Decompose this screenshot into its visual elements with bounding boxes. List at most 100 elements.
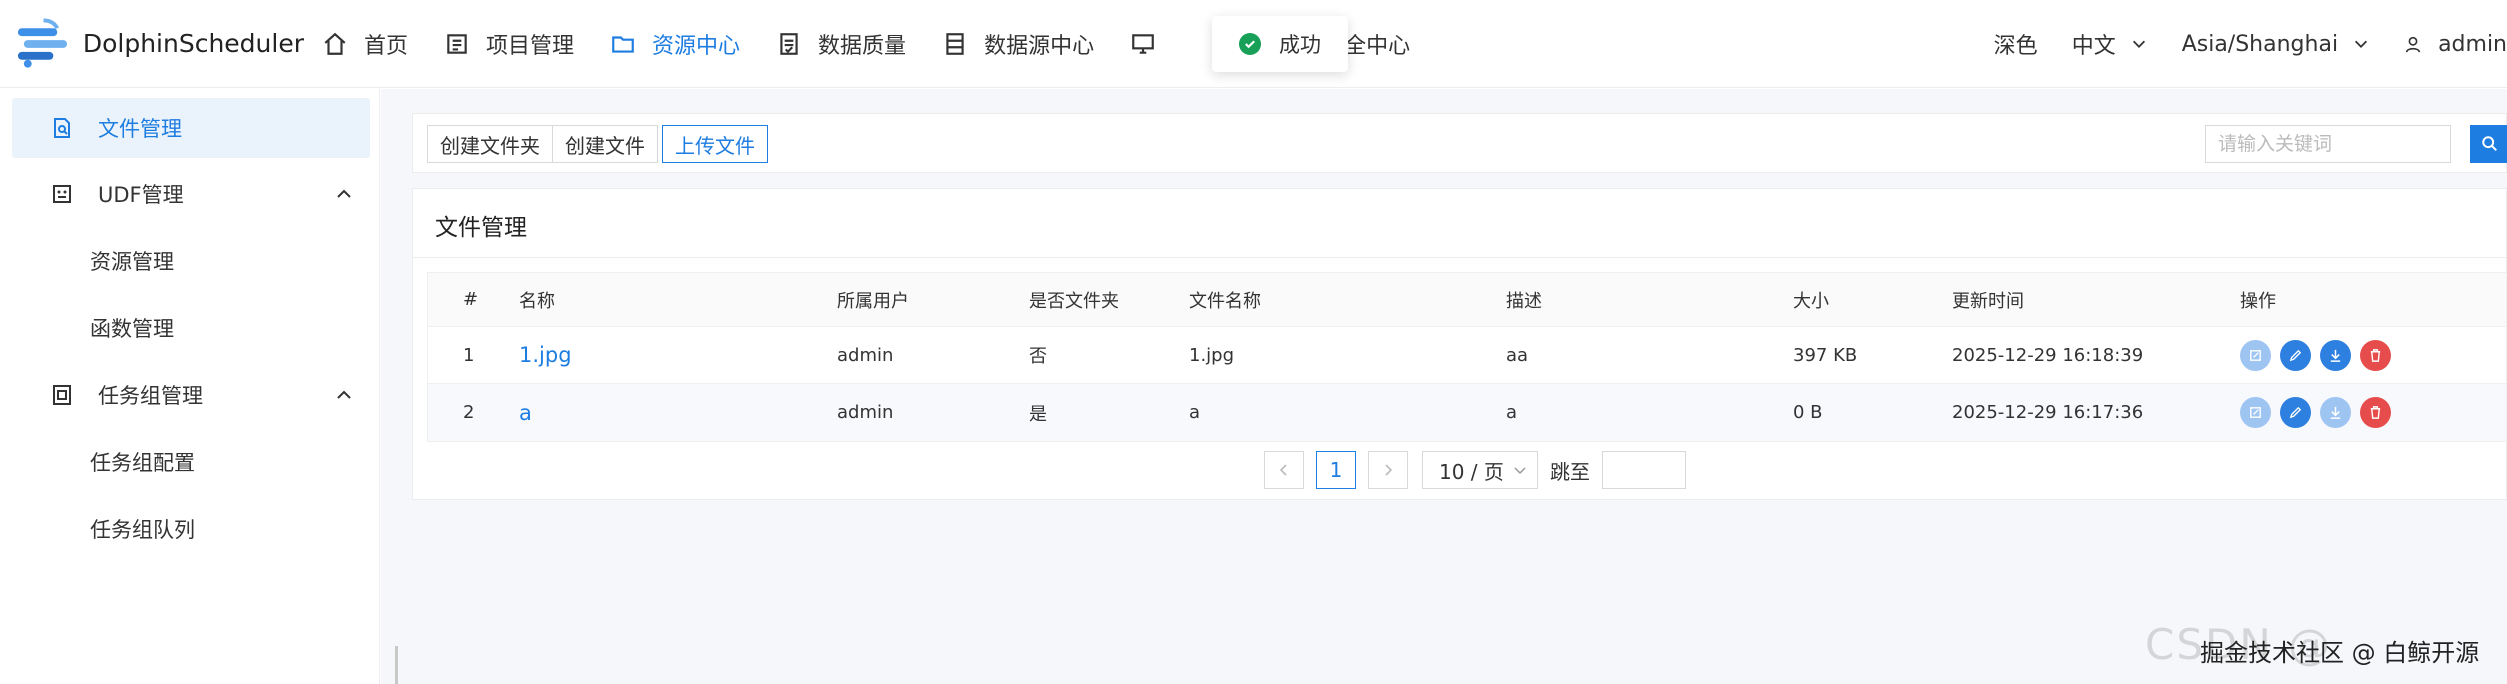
sidebar-item-label: 任务组队列 [90, 518, 195, 542]
row-user: admin [837, 344, 894, 366]
rename-button[interactable] [2280, 397, 2311, 428]
file-table: # 名称 所属用户 是否文件夹 文件名称 描述 大小 更新时间 操作 1 1.j… [427, 272, 2507, 442]
sidebar-item-task-group[interactable]: 任务组管理 [12, 365, 370, 425]
file-name-link[interactable]: 1.jpg [519, 327, 572, 383]
column-header: 更新时间 [1952, 290, 2024, 312]
download-icon [2330, 406, 2341, 419]
column-header: # [463, 289, 479, 310]
delete-button[interactable] [2360, 397, 2391, 428]
edit-doc-icon [2250, 407, 2261, 418]
nav-resources-label: 资源中心 [652, 33, 741, 59]
upload-file-button[interactable]: 上传文件 [662, 125, 768, 163]
user-icon [2405, 36, 2421, 53]
row-desc: aa [1506, 344, 1529, 366]
task-group-icon [53, 385, 71, 405]
card-title: 文件管理 [435, 215, 527, 241]
nav-home[interactable]: 首页 [304, 0, 426, 88]
chevron-left-icon [1279, 464, 1287, 476]
toast-text: 成功 [1279, 33, 1321, 57]
pagination: 1 10 / 页 跳至 [1264, 451, 1686, 489]
column-header: 文件名称 [1189, 290, 1261, 312]
sidebar-item-function-management[interactable]: 函数管理 [12, 298, 370, 358]
download-button[interactable] [2320, 339, 2351, 371]
rename-button[interactable] [2280, 339, 2311, 371]
chevron-right-icon [1385, 464, 1393, 476]
next-page-button[interactable] [1368, 451, 1408, 489]
search-input[interactable] [2205, 125, 2451, 163]
column-header: 所属用户 [837, 290, 909, 312]
toolbar-buttons: 创建文件夹 创建文件 上传文件 [427, 125, 768, 163]
search-icon [2482, 136, 2498, 152]
theme-toggle[interactable]: 深色 [1994, 28, 2038, 60]
row-size: 397 KB [1793, 344, 1858, 366]
create-file-button[interactable]: 创建文件 [552, 125, 658, 163]
user-menu[interactable]: admin [2404, 32, 2507, 57]
column-header: 是否文件夹 [1029, 290, 1119, 312]
jump-page-input[interactable] [1602, 451, 1686, 489]
success-toast: 成功 [1212, 16, 1348, 72]
prev-page-button[interactable] [1264, 451, 1304, 489]
row-desc: a [1506, 402, 1518, 423]
nav-datasource-label: 数据源中心 [984, 33, 1095, 59]
udf-icon [53, 185, 71, 203]
row-file-name: a [1189, 402, 1201, 423]
nav-datasource[interactable]: 数据源中心 [924, 0, 1112, 88]
user-name: admin [2438, 31, 2507, 57]
row-updated: 2025-12-29 16:18:39 [1952, 344, 2144, 366]
page-number[interactable]: 1 [1316, 451, 1356, 489]
row-user: admin [837, 402, 894, 423]
edit-content-button[interactable] [2240, 397, 2271, 428]
sidebar-item-file-management[interactable]: 文件管理 [12, 98, 370, 158]
app-name: DolphinScheduler [82, 29, 304, 58]
nav-data-quality[interactable]: 数据质量 [758, 0, 924, 88]
download-button[interactable] [2320, 397, 2351, 428]
monitor-icon [1132, 33, 1154, 54]
sidebar-item-label: 任务组管理 [98, 384, 203, 408]
file-name-link[interactable]: a [519, 384, 532, 441]
sidebar-item-udf[interactable]: UDF管理 [12, 164, 370, 224]
divider [413, 257, 2507, 258]
create-folder-button[interactable]: 创建文件夹 [427, 125, 553, 163]
file-search-icon [54, 118, 70, 138]
app-logo[interactable]: DolphinScheduler [14, 16, 304, 72]
nav-projects[interactable]: 项目管理 [426, 0, 592, 88]
sidebar-item-label: 任务组配置 [90, 451, 195, 475]
jump-label: 跳至 [1550, 459, 1590, 484]
trash-icon [2370, 406, 2381, 419]
column-header: 描述 [1506, 290, 1542, 312]
nav-projects-label: 项目管理 [486, 33, 575, 59]
row-size: 0 B [1793, 402, 1823, 423]
sidebar-item-task-group-queue[interactable]: 任务组队列 [12, 499, 370, 559]
language-select[interactable]: 中文 [2072, 28, 2148, 60]
search-button[interactable] [2470, 125, 2507, 163]
pencil-icon [2289, 406, 2302, 419]
project-icon [447, 33, 467, 54]
page-size-select[interactable]: 10 / 页 [1422, 451, 1538, 489]
check-circle-icon [1239, 33, 1261, 55]
delete-button[interactable] [2360, 339, 2391, 371]
sidebar-item-task-group-config[interactable]: 任务组配置 [12, 432, 370, 492]
row-is-dir: 否 [1029, 346, 1047, 367]
sidebar-item-resource-management[interactable]: 资源管理 [12, 231, 370, 291]
table-header: # 名称 所属用户 是否文件夹 文件名称 描述 大小 更新时间 操作 [428, 273, 2506, 327]
row-actions [2240, 384, 2400, 441]
row-actions [2240, 327, 2400, 383]
row-index: 1 [463, 344, 475, 366]
timezone-select[interactable]: Asia/Shanghai [2182, 32, 2370, 57]
column-header: 操作 [2240, 290, 2276, 312]
home-icon [324, 32, 346, 55]
folder-icon [612, 35, 634, 53]
scrollbar[interactable] [395, 646, 398, 684]
language-label: 中文 [2071, 34, 2116, 59]
trash-icon [2370, 348, 2381, 362]
download-icon [2330, 349, 2341, 362]
chevron-up-icon [337, 189, 351, 198]
sidebar: 文件管理 UDF管理 资源管理 函数管理 任务组管理 任务组配置 任务组队列 [0, 88, 380, 684]
table-row: 1 1.jpg admin 否 1.jpg aa 397 KB 2025-12-… [428, 327, 2506, 384]
page-size-label: 10 / 页 [1439, 459, 1504, 484]
edit-content-button[interactable] [2240, 339, 2271, 371]
timezone-label: Asia/Shanghai [2181, 31, 2339, 57]
edit-doc-icon [2250, 349, 2261, 361]
row-index: 2 [463, 402, 475, 423]
nav-resources[interactable]: 资源中心 [592, 0, 758, 88]
